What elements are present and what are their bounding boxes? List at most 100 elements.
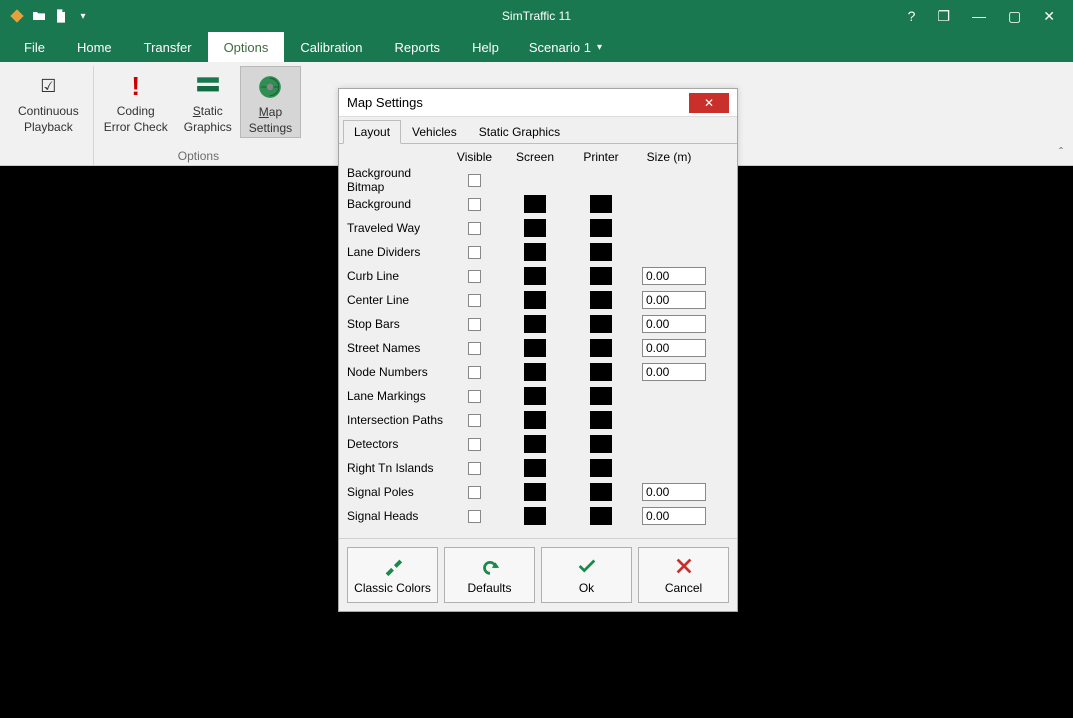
scenario-selector[interactable]: Scenario 1 ▾ xyxy=(529,40,602,55)
screen-color-swatch[interactable] xyxy=(524,339,546,357)
visible-checkbox[interactable] xyxy=(468,510,481,523)
screen-color-swatch[interactable] xyxy=(524,219,546,237)
printer-color-swatch[interactable] xyxy=(590,339,612,357)
menu-calibration[interactable]: Calibration xyxy=(284,32,378,62)
visible-checkbox[interactable] xyxy=(468,486,481,499)
visible-checkbox[interactable] xyxy=(468,222,481,235)
printer-color-swatch[interactable] xyxy=(590,219,612,237)
menu-file[interactable]: File xyxy=(8,32,61,62)
printer-color-swatch[interactable] xyxy=(590,483,612,501)
visible-checkbox[interactable] xyxy=(468,318,481,331)
tab-layout[interactable]: Layout xyxy=(343,120,401,144)
visible-checkbox[interactable] xyxy=(468,270,481,283)
screen-cell xyxy=(502,459,568,477)
maximize-button[interactable]: ▢ xyxy=(1008,8,1021,25)
printer-color-swatch[interactable] xyxy=(590,315,612,333)
screen-color-swatch[interactable] xyxy=(524,507,546,525)
screen-cell xyxy=(502,267,568,285)
printer-cell xyxy=(568,411,634,429)
close-button[interactable]: ✕ xyxy=(1043,8,1055,25)
screen-cell xyxy=(502,435,568,453)
screen-color-swatch[interactable] xyxy=(524,483,546,501)
settings-row: Background Bitmap xyxy=(347,168,729,192)
ribbon-label: Static xyxy=(193,105,223,118)
ok-button[interactable]: Ok xyxy=(541,547,632,603)
visible-checkbox[interactable] xyxy=(468,462,481,475)
visible-cell xyxy=(447,318,502,331)
map-settings-button[interactable]: Map Settings xyxy=(240,66,301,138)
visible-checkbox[interactable] xyxy=(468,414,481,427)
screen-color-swatch[interactable] xyxy=(524,291,546,309)
static-graphics-button[interactable]: Static Graphics xyxy=(176,66,240,138)
qat-dropdown-icon[interactable]: ▾ xyxy=(74,7,92,25)
screen-color-swatch[interactable] xyxy=(524,267,546,285)
defaults-button[interactable]: Defaults xyxy=(444,547,535,603)
printer-color-swatch[interactable] xyxy=(590,435,612,453)
printer-color-swatch[interactable] xyxy=(590,387,612,405)
visible-cell xyxy=(447,510,502,523)
printer-color-swatch[interactable] xyxy=(590,243,612,261)
ribbon-label: Graphics xyxy=(184,121,232,134)
printer-color-swatch[interactable] xyxy=(590,411,612,429)
minimize-button[interactable]: — xyxy=(972,8,986,24)
map-settings-dialog: Map Settings ✕ Layout Vehicles Static Gr… xyxy=(338,88,738,612)
menu-reports[interactable]: Reports xyxy=(379,32,457,62)
visible-cell xyxy=(447,198,502,211)
printer-cell xyxy=(568,435,634,453)
printer-color-swatch[interactable] xyxy=(590,363,612,381)
visible-checkbox[interactable] xyxy=(468,366,481,379)
menu-options[interactable]: Options xyxy=(208,32,285,62)
printer-color-swatch[interactable] xyxy=(590,195,612,213)
menu-transfer[interactable]: Transfer xyxy=(128,32,208,62)
open-folder-icon[interactable] xyxy=(30,7,48,25)
visible-checkbox[interactable] xyxy=(468,198,481,211)
row-label: Signal Heads xyxy=(347,509,447,523)
screen-color-swatch[interactable] xyxy=(524,459,546,477)
ribbon-toggle-button[interactable]: ❐ xyxy=(937,8,950,25)
size-input[interactable] xyxy=(642,315,706,333)
cancel-button[interactable]: Cancel xyxy=(638,547,729,603)
size-input[interactable] xyxy=(642,339,706,357)
continuous-playback-button[interactable]: ☑ Continuous Playback xyxy=(10,66,87,136)
printer-color-swatch[interactable] xyxy=(590,267,612,285)
screen-color-swatch[interactable] xyxy=(524,195,546,213)
tab-vehicles[interactable]: Vehicles xyxy=(401,120,468,144)
printer-color-swatch[interactable] xyxy=(590,459,612,477)
header-visible: Visible xyxy=(447,150,502,164)
printer-color-swatch[interactable] xyxy=(590,507,612,525)
screen-color-swatch[interactable] xyxy=(524,411,546,429)
visible-checkbox[interactable] xyxy=(468,246,481,259)
visible-checkbox[interactable] xyxy=(468,438,481,451)
visible-checkbox[interactable] xyxy=(468,174,481,187)
dialog-close-button[interactable]: ✕ xyxy=(689,93,729,113)
collapse-ribbon-icon[interactable]: ˆ xyxy=(1059,145,1063,159)
screen-color-swatch[interactable] xyxy=(524,363,546,381)
classic-colors-button[interactable]: Classic Colors xyxy=(347,547,438,603)
row-label: Right Tn Islands xyxy=(347,461,447,475)
printer-color-swatch[interactable] xyxy=(590,291,612,309)
settings-row: Stop Bars xyxy=(347,312,729,336)
visible-checkbox[interactable] xyxy=(468,342,481,355)
tab-static-graphics[interactable]: Static Graphics xyxy=(468,120,571,144)
size-input[interactable] xyxy=(642,483,706,501)
row-label: Lane Dividers xyxy=(347,245,447,259)
screen-color-swatch[interactable] xyxy=(524,435,546,453)
settings-row: Lane Markings xyxy=(347,384,729,408)
screen-color-swatch[interactable] xyxy=(524,315,546,333)
new-file-icon[interactable] xyxy=(52,7,70,25)
visible-checkbox[interactable] xyxy=(468,294,481,307)
size-input[interactable] xyxy=(642,267,706,285)
help-button[interactable]: ? xyxy=(908,8,916,24)
menu-home[interactable]: Home xyxy=(61,32,128,62)
coding-error-check-button[interactable]: ! Coding Error Check xyxy=(96,66,176,138)
visible-cell xyxy=(447,414,502,427)
visible-cell xyxy=(447,438,502,451)
visible-checkbox[interactable] xyxy=(468,390,481,403)
size-input[interactable] xyxy=(642,291,706,309)
size-input[interactable] xyxy=(642,507,706,525)
visible-cell xyxy=(447,390,502,403)
screen-color-swatch[interactable] xyxy=(524,243,546,261)
menu-help[interactable]: Help xyxy=(456,32,515,62)
screen-color-swatch[interactable] xyxy=(524,387,546,405)
size-input[interactable] xyxy=(642,363,706,381)
